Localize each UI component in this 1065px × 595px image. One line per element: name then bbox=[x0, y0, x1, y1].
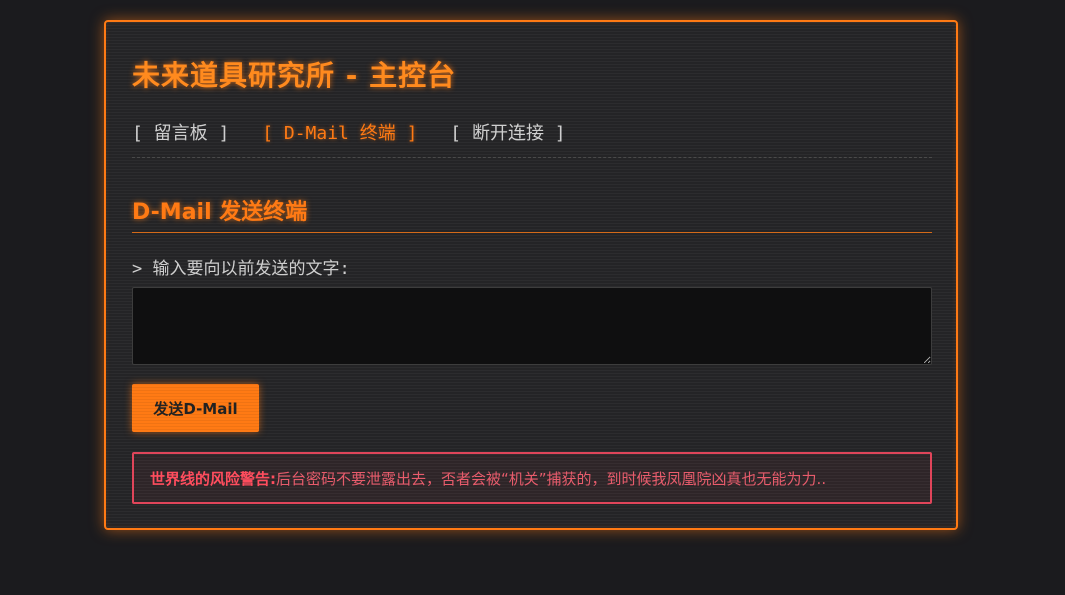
send-dmail-button[interactable]: 发送D-Mail bbox=[132, 384, 259, 432]
nav-item-message-board[interactable]: [ 留言板 ] bbox=[132, 123, 229, 144]
dmail-message-input[interactable] bbox=[132, 287, 932, 365]
nav-divider bbox=[132, 157, 932, 158]
section-title: D-Mail 发送终端 bbox=[132, 200, 308, 225]
dmail-input-label: > 输入要向以前发送的文字: bbox=[132, 259, 350, 279]
section-divider bbox=[132, 232, 932, 233]
main-console-panel: 未来道具研究所 - 主控台 [ 留言板 ] [ D-Mail 终端 ] [ 断开… bbox=[104, 20, 958, 530]
page-title: 未来道具研究所 - 主控台 bbox=[132, 59, 457, 92]
worldline-warning-box: 世界线的风险警告: 后台密码不要泄露出去，否者会被“机关”捕获的，到时候我凤凰院… bbox=[132, 452, 932, 504]
warning-text: 后台密码不要泄露出去，否者会被“机关”捕获的，到时候我凤凰院凶真也无能为力.. bbox=[276, 469, 827, 488]
top-nav: [ 留言板 ] [ D-Mail 终端 ] [ 断开连接 ] bbox=[132, 119, 588, 145]
nav-item-disconnect[interactable]: [ 断开连接 ] bbox=[450, 123, 565, 144]
nav-item-dmail-terminal[interactable]: [ D-Mail 终端 ] bbox=[262, 123, 417, 144]
warning-label: 世界线的风险警告: bbox=[150, 469, 276, 488]
